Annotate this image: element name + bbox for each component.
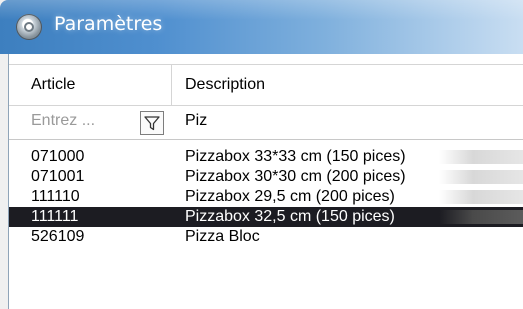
column-header-article[interactable]: Article	[31, 65, 75, 105]
table-row[interactable]: 526109 Pizza Bloc	[9, 227, 523, 247]
table-row[interactable]: 111110 Pizzabox 29,5 cm (200 pices)	[9, 187, 523, 207]
grid-rows: 071000 Pizzabox 33*33 cm (150 pices) 071…	[9, 147, 523, 247]
article-cell: 526109	[31, 228, 85, 245]
article-filter-input[interactable]	[31, 108, 121, 134]
column-separator[interactable]	[171, 65, 172, 105]
description-cell: Pizza Bloc	[185, 228, 260, 245]
table-row[interactable]: 071000 Pizzabox 33*33 cm (150 pices)	[9, 147, 523, 167]
article-cell: 111111	[31, 208, 79, 225]
filter-row: Piz	[9, 104, 523, 140]
settings-window: Paramètres Article Description Piz 07100…	[0, 0, 523, 309]
article-cell: 071000	[31, 148, 85, 165]
truncation-fade	[439, 190, 523, 204]
article-cell: 111110	[31, 188, 80, 205]
table-row[interactable]: 071001 Pizzabox 30*30 cm (200 pices)	[9, 167, 523, 187]
description-cell: Pizzabox 29,5 cm (200 pices)	[185, 188, 395, 205]
window-title: Paramètres	[54, 13, 163, 35]
title-bar[interactable]: Paramètres	[0, 0, 523, 54]
filter-button[interactable]	[140, 111, 164, 135]
table-row-selected[interactable]: 111111 Pizzabox 32,5 cm (150 pices)	[9, 207, 523, 227]
truncation-fade	[439, 170, 523, 184]
article-grid: Article Description Piz 071000 Pizzabox …	[8, 54, 523, 309]
filter-icon	[144, 116, 160, 131]
grid-header: Article Description	[9, 64, 523, 106]
settings-icon[interactable]	[16, 14, 42, 40]
article-cell: 071001	[31, 168, 85, 185]
description-cell: Pizzabox 32,5 cm (150 pices)	[185, 208, 395, 225]
truncation-fade	[439, 150, 523, 164]
truncation-fade	[439, 210, 523, 224]
description-cell: Pizzabox 33*33 cm (150 pices)	[185, 148, 406, 165]
description-cell: Pizzabox 30*30 cm (200 pices)	[185, 168, 406, 185]
column-header-description[interactable]: Description	[185, 65, 265, 105]
description-filter-input[interactable]: Piz	[185, 104, 207, 138]
